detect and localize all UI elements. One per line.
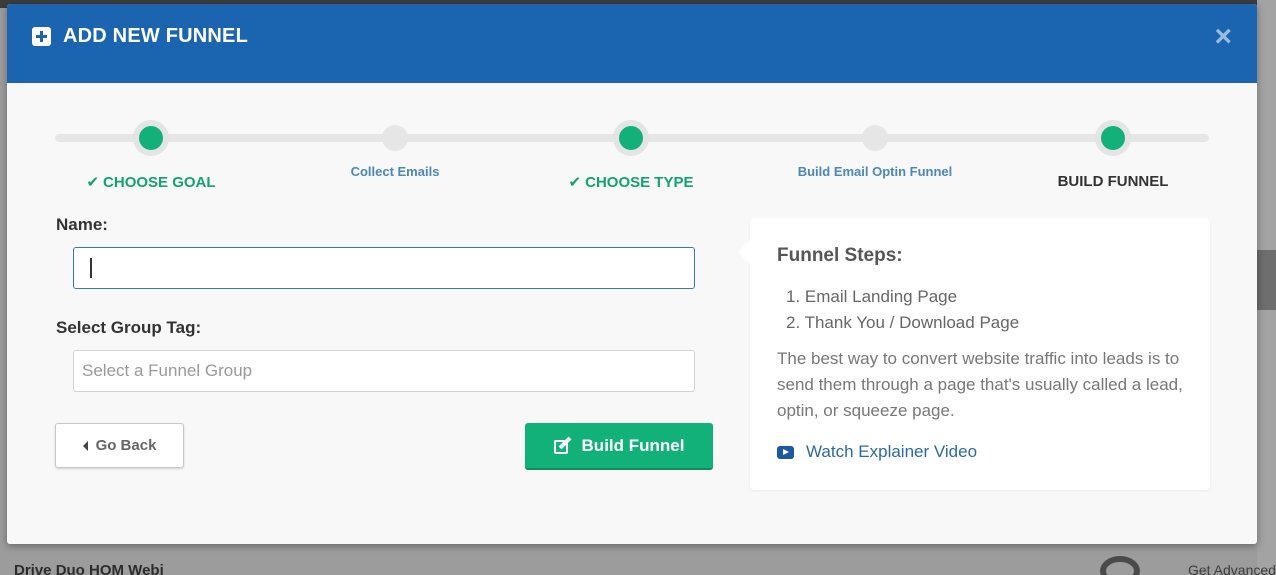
step-build-funnel: BUILD FUNNEL: [1003, 117, 1223, 190]
modal-header: ADD NEW FUNNEL ×: [7, 4, 1257, 83]
group-tag-label: Select Group Tag:: [56, 318, 202, 337]
step-choose-goal: ✔ CHOOSE GOAL: [41, 117, 261, 191]
funnel-steps-list: 1. Email Landing Page 2. Thank You / Dow…: [786, 284, 1019, 336]
background-bottom-right-text: Get Advanced: [1188, 562, 1276, 575]
step-dot-complete: [133, 120, 169, 156]
name-label: Name:: [56, 215, 108, 234]
step-label: Build Email Optin Funnel: [797, 164, 953, 179]
caret-left-icon: [82, 440, 88, 451]
watch-video-label: Watch Explainer Video: [806, 442, 978, 461]
edit-icon: [553, 436, 572, 454]
step-dot: [862, 125, 888, 151]
funnel-description: The best way to convert website traffic …: [777, 349, 1183, 420]
plus-square-icon: [32, 27, 51, 46]
funnel-group-select[interactable]: Select a Funnel Group: [73, 350, 695, 392]
build-funnel-label: Build Funnel: [581, 435, 685, 455]
list-item: 2. Thank You / Download Page: [786, 313, 1020, 332]
add-funnel-modal: ADD NEW FUNNEL × ✔ CHOOSE GOAL Collect Em…: [7, 4, 1257, 544]
step-build-email-optin: Build Email Optin Funnel: [765, 117, 985, 179]
text-caret: [90, 258, 92, 278]
background-right-strip: [1257, 0, 1276, 575]
go-back-button[interactable]: Go Back: [55, 423, 184, 468]
modal-title-text: ADD NEW FUNNEL: [63, 25, 249, 47]
step-dot-complete: [613, 120, 649, 156]
funnel-steps-panel: Funnel Steps: 1. Email Landing Page 2. T…: [738, 218, 1210, 490]
name-input[interactable]: [73, 247, 695, 289]
go-back-label: Go Back: [95, 437, 157, 454]
step-dot: [382, 125, 408, 151]
close-icon[interactable]: ×: [1214, 22, 1232, 52]
check-icon: ✔: [568, 174, 582, 191]
video-play-icon: [777, 445, 794, 459]
step-label: Collect Emails: [350, 164, 440, 179]
watch-video-link[interactable]: Watch Explainer Video: [777, 442, 977, 462]
build-funnel-button[interactable]: Build Funnel: [525, 423, 713, 470]
step-label: CHOOSE GOAL: [103, 174, 216, 191]
step-dot-active: [1095, 120, 1131, 156]
step-collect-emails: Collect Emails: [285, 117, 505, 179]
funnel-steps-title: Funnel Steps:: [777, 245, 903, 266]
modal-title: ADD NEW FUNNEL: [32, 25, 248, 48]
list-item: 1. Email Landing Page: [786, 287, 958, 306]
step-label: BUILD FUNNEL: [1057, 173, 1169, 190]
progress-steps: ✔ CHOOSE GOAL Collect Emails ✔ CHOOSE TYPE…: [55, 117, 1209, 197]
step-label: CHOOSE TYPE: [585, 174, 694, 191]
background-bottom-left-text: Drive Duo HOM Webi: [14, 562, 164, 575]
check-icon: ✔: [86, 174, 100, 191]
step-choose-type: ✔ CHOOSE TYPE: [521, 117, 741, 191]
